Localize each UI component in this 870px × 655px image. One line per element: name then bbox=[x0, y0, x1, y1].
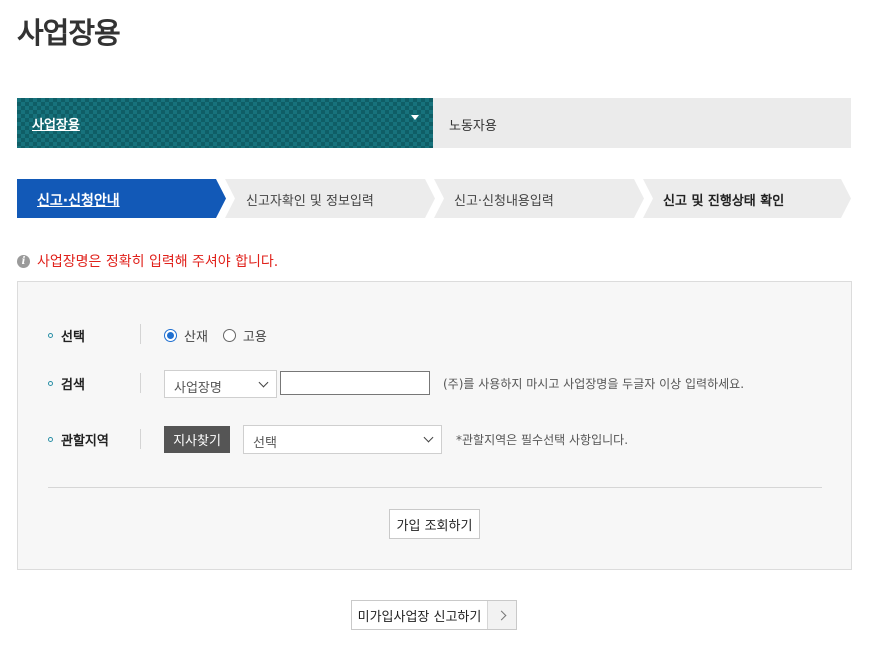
chevron-down-icon bbox=[258, 377, 269, 388]
radio-employment[interactable] bbox=[222, 329, 236, 342]
arrow-box bbox=[488, 601, 516, 629]
step-reporter-info[interactable]: 신고자확인 및 정보입력 bbox=[225, 179, 435, 218]
tab-business[interactable]: 사업장용 bbox=[17, 98, 433, 148]
form-divider bbox=[48, 487, 822, 488]
step-label: 신고·신청내용입력 bbox=[454, 194, 554, 209]
step-status-check[interactable]: 신고 및 진행상태 확인 bbox=[643, 179, 851, 218]
step-label: 신고·신청안내 bbox=[37, 193, 120, 209]
radio-industrial-accident[interactable] bbox=[164, 329, 177, 342]
report-button-label: 미가입사업장 신고하기 bbox=[352, 601, 488, 629]
bullet-icon bbox=[48, 437, 53, 442]
region-row-label: 관할지역 bbox=[48, 430, 109, 449]
tab-worker-label: 노동자용 bbox=[449, 119, 497, 134]
tab-worker[interactable]: 노동자용 bbox=[433, 98, 851, 148]
region-hint: *관할지역은 필수선택 사항입니다. bbox=[456, 433, 629, 447]
step-indicator: 신고 및 진행상태 확인 신고·신청내용입력 신고자확인 및 정보입력 신고·신… bbox=[17, 179, 851, 218]
page-title: 사업장용 bbox=[17, 16, 121, 50]
search-row-label: 검색 bbox=[48, 374, 85, 393]
search-form-panel: 선택 산재 고용 검색 사업장명 (주)를 사용하지 마시고 사업장명을 두글자… bbox=[17, 281, 852, 570]
select-label-text: 선택 bbox=[61, 330, 85, 345]
caret-down-icon bbox=[411, 115, 419, 120]
business-name-input[interactable] bbox=[280, 371, 430, 395]
info-icon: i bbox=[17, 254, 30, 268]
insurance-type-radio-group: 산재 고용 bbox=[164, 326, 282, 345]
chevron-down-icon bbox=[423, 432, 434, 443]
chevron-right-icon bbox=[496, 610, 507, 621]
region-label-text: 관할지역 bbox=[61, 434, 109, 449]
name-notice: i 사업장명은 정확히 입력해 주셔야 합니다. bbox=[17, 251, 278, 271]
search-label-text: 검색 bbox=[61, 378, 85, 393]
tab-business-label: 사업장용 bbox=[32, 118, 80, 133]
bullet-icon bbox=[48, 381, 53, 386]
select-row-label: 선택 bbox=[48, 326, 85, 345]
find-branch-button[interactable]: 지사찾기 bbox=[164, 426, 230, 453]
label-divider bbox=[140, 373, 141, 393]
radio-label: 고용 bbox=[242, 330, 267, 345]
top-tabs: 사업장용 노동자용 bbox=[17, 98, 851, 148]
search-hint: (주)를 사용하지 마시고 사업장명을 두글자 이상 입력하세요. bbox=[443, 377, 745, 391]
label-divider bbox=[140, 429, 141, 449]
notice-text: 사업장명은 정확히 입력해 주셔야 합니다. bbox=[37, 254, 279, 270]
step-label: 신고 및 진행상태 확인 bbox=[663, 194, 785, 209]
radio-label: 산재 bbox=[184, 330, 208, 345]
region-select-value: 선택 bbox=[253, 436, 277, 451]
region-select[interactable]: 선택 bbox=[243, 425, 442, 454]
step-guide[interactable]: 신고·신청안내 bbox=[17, 179, 226, 218]
step-label: 신고자확인 및 정보입력 bbox=[246, 194, 374, 209]
label-divider bbox=[140, 324, 141, 344]
lookup-registration-button[interactable]: 가입 조회하기 bbox=[389, 509, 480, 539]
bullet-icon bbox=[48, 333, 53, 338]
search-type-select[interactable]: 사업장명 bbox=[164, 370, 277, 398]
step-content-input[interactable]: 신고·신청내용입력 bbox=[434, 179, 644, 218]
search-type-value: 사업장명 bbox=[174, 381, 222, 396]
report-unregistered-button[interactable]: 미가입사업장 신고하기 bbox=[351, 600, 517, 630]
